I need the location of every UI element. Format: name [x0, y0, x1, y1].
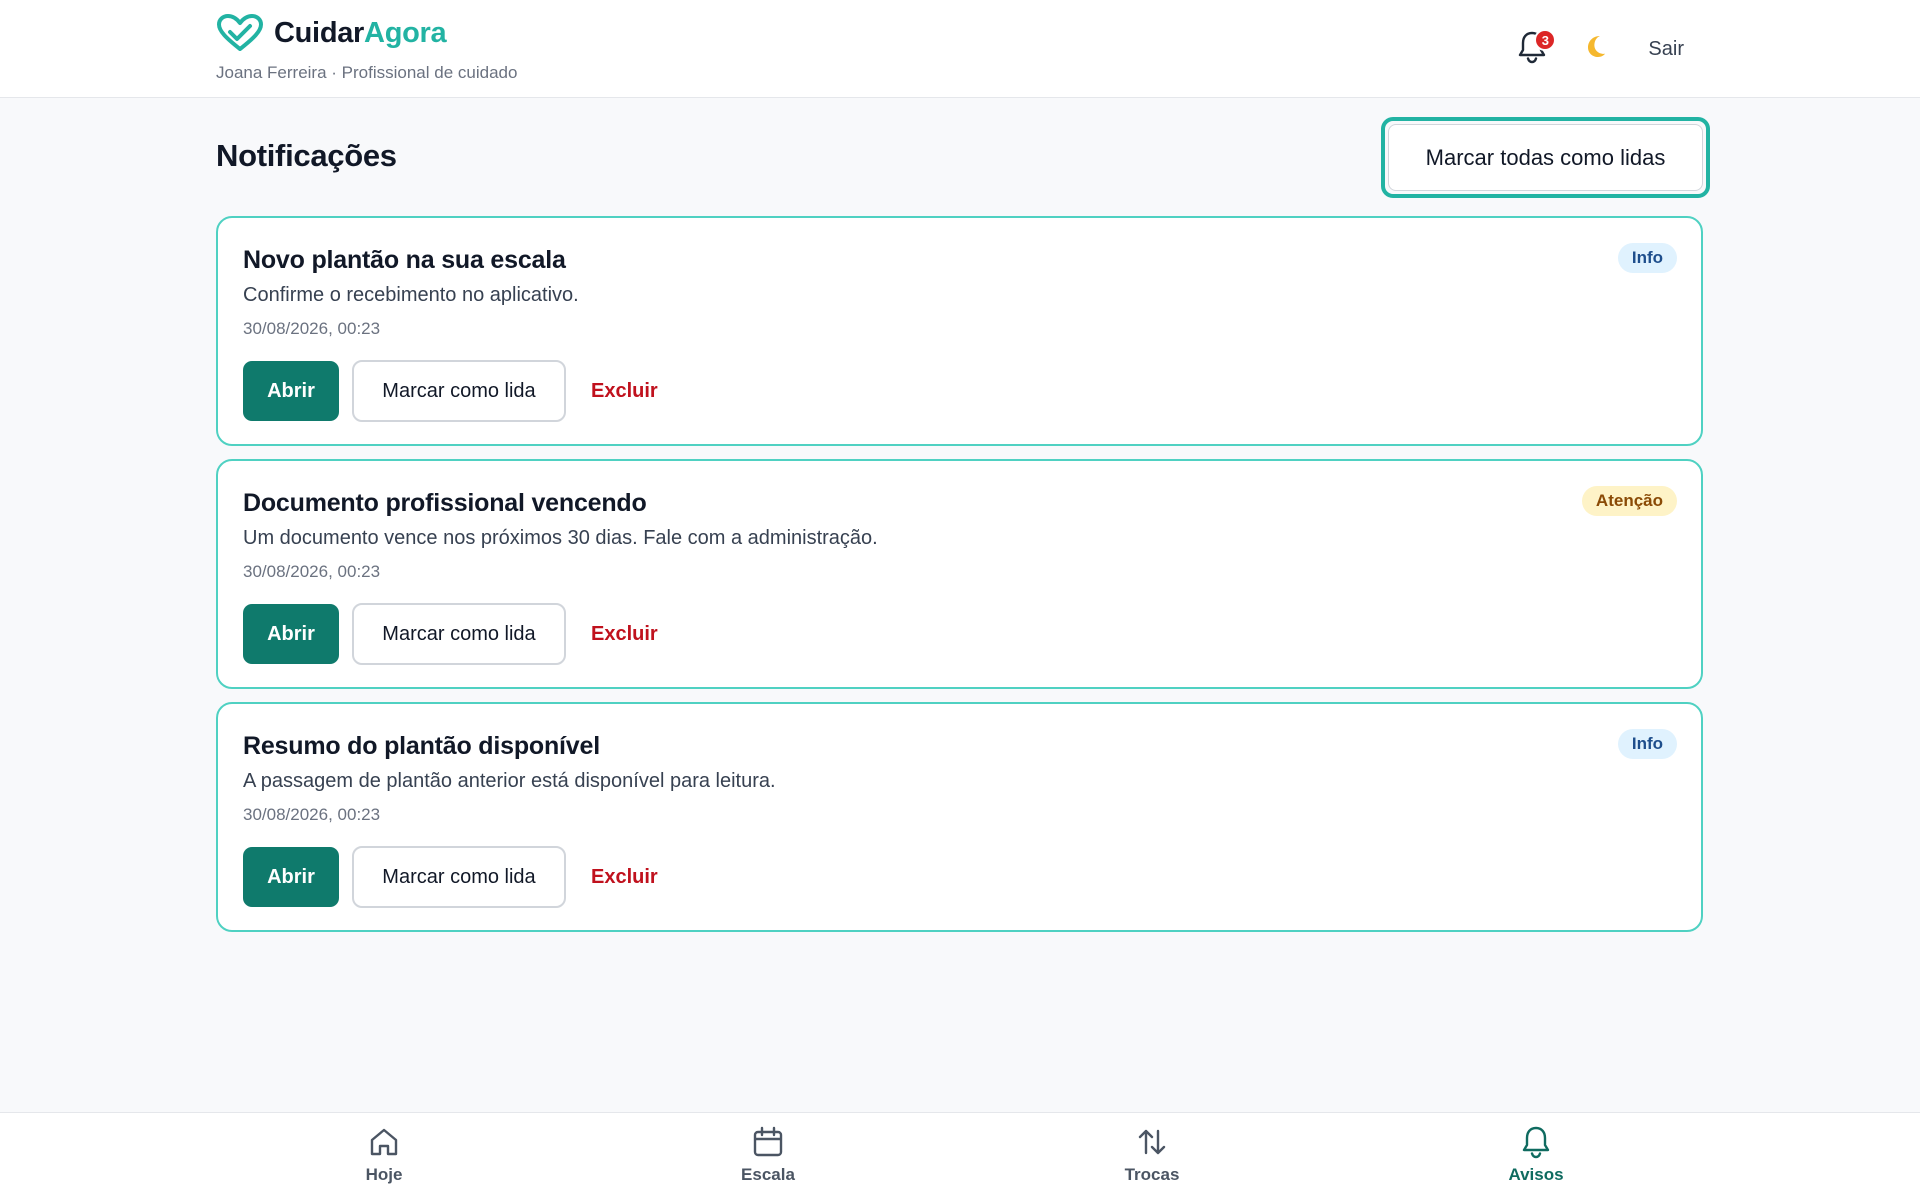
nav-item-escala[interactable]: Escala — [698, 1125, 838, 1185]
mark-read-button[interactable]: Marcar como lida — [352, 603, 566, 665]
brand-name-part1: Cuidar — [274, 16, 365, 49]
notification-description: Confirme o recebimento no aplicativo. — [243, 284, 579, 306]
notification-actions: Abrir Marcar como lida Excluir — [243, 846, 658, 908]
notification-timestamp: 30/08/2026, 00:23 — [243, 562, 381, 581]
notification-title: Novo plantão na sua escala — [243, 246, 566, 274]
delete-button[interactable]: Excluir — [591, 623, 658, 646]
nav-item-avisos[interactable]: Avisos — [1466, 1125, 1606, 1185]
notification-list: Novo plantão na sua escala Info Confirme… — [216, 216, 1703, 945]
notification-card: Novo plantão na sua escala Info Confirme… — [216, 216, 1703, 446]
notification-title: Resumo do plantão disponível — [243, 732, 600, 760]
bottom-nav: Hoje Escala Trocas Avisos — [0, 1112, 1920, 1200]
mark-read-button[interactable]: Marcar como lida — [352, 846, 566, 908]
open-button[interactable]: Abrir — [243, 604, 339, 664]
notification-timestamp: 30/08/2026, 00:23 — [243, 319, 381, 338]
mark-all-read-button[interactable]: Marcar todas como lidas — [1381, 117, 1710, 198]
mark-all-read-label: Marcar todas como lidas — [1388, 124, 1703, 191]
notification-title: Documento profissional vencendo — [243, 489, 647, 517]
notification-actions: Abrir Marcar como lida Excluir — [243, 360, 658, 422]
home-icon — [367, 1125, 401, 1159]
delete-button[interactable]: Excluir — [591, 866, 658, 889]
notification-description: A passagem de plantão anterior está disp… — [243, 770, 776, 792]
user-subtitle: Joana Ferreira · Profissional de cuidado — [216, 63, 518, 82]
header-actions: 3 Sair — [1510, 24, 1690, 74]
notification-card: Resumo do plantão disponível Info A pass… — [216, 702, 1703, 932]
brand: CuidarAgora Joana Ferreira · Profissiona… — [216, 12, 517, 83]
heart-logo-icon — [216, 14, 264, 52]
notification-timestamp: 30/08/2026, 00:23 — [243, 805, 381, 824]
page-title: Notificações — [216, 138, 397, 173]
notification-actions: Abrir Marcar como lida Excluir — [243, 603, 658, 665]
nav-label: Trocas — [1124, 1165, 1180, 1184]
nav-item-trocas[interactable]: Trocas — [1082, 1125, 1222, 1185]
nav-label: Avisos — [1508, 1165, 1564, 1184]
nav-label: Escala — [741, 1165, 795, 1184]
moon-icon — [1580, 32, 1608, 67]
delete-button[interactable]: Excluir — [591, 380, 658, 403]
open-button[interactable]: Abrir — [243, 847, 339, 907]
brand-row[interactable]: CuidarAgora — [216, 12, 517, 54]
brand-name: CuidarAgora — [274, 16, 447, 50]
calendar-icon — [751, 1125, 785, 1159]
info-badge: Info — [1617, 243, 1677, 273]
nav-item-hoje[interactable]: Hoje — [314, 1125, 454, 1185]
logout-button[interactable]: Sair — [1642, 30, 1690, 69]
info-badge: Info — [1617, 729, 1677, 759]
notifications-button[interactable]: 3 — [1510, 27, 1557, 71]
nav-label: Hoje — [365, 1165, 403, 1184]
notification-card: Documento profissional vencendo Atenção … — [216, 459, 1703, 689]
notification-count-badge: 3 — [1534, 29, 1557, 51]
warning-badge: Atenção — [1581, 486, 1677, 516]
bell-icon — [1519, 1125, 1553, 1159]
mark-read-button[interactable]: Marcar como lida — [352, 360, 566, 422]
theme-toggle-button[interactable] — [1572, 27, 1616, 71]
brand-name-part2: Agora — [364, 16, 447, 49]
swap-arrows-icon — [1135, 1125, 1169, 1159]
open-button[interactable]: Abrir — [243, 361, 339, 421]
notification-description: Um documento vence nos próximos 30 dias.… — [243, 527, 878, 549]
app-header: CuidarAgora Joana Ferreira · Profissiona… — [0, 0, 1920, 98]
